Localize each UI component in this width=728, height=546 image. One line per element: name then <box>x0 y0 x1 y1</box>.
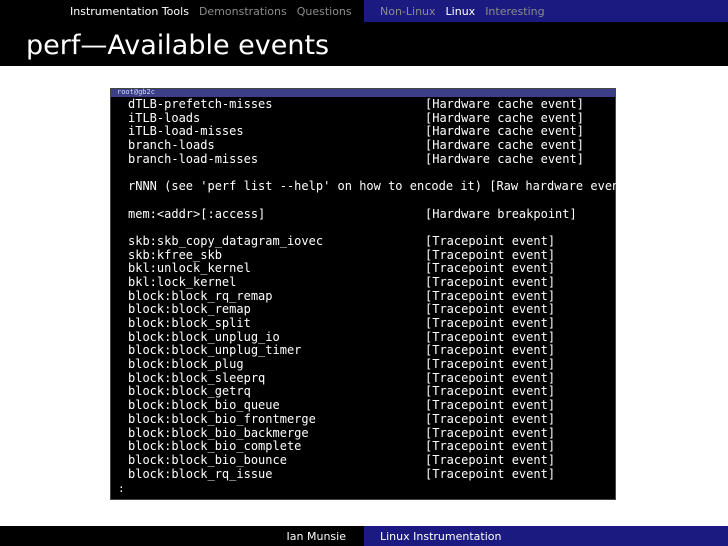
event-name: branch-loads <box>128 138 215 153</box>
event-type: [Tracepoint event] <box>425 343 556 358</box>
event-type: [Tracepoint event] <box>425 398 556 413</box>
terminal-output: dTLB-prefetch-misses [Hardware cache even… <box>128 97 627 482</box>
terminal-line: block:block_unplug_timer [Tracepoint even… <box>128 344 609 358</box>
event-name: block:block_sleeprq <box>128 370 266 385</box>
event-type: [Tracepoint event] <box>425 247 556 262</box>
event-name: block:block_getrq <box>128 384 251 399</box>
nav-subsection-non-linux[interactable]: Non-Linux <box>380 5 436 18</box>
terminal-line: bkl:unlock_kernel [Tracepoint event] <box>128 262 609 276</box>
event-name: block:block_split <box>128 316 251 330</box>
event-name: block:block_bio_queue <box>128 398 280 413</box>
event-type: [Tracepoint event] <box>425 370 556 385</box>
terminal-line: block:block_unplug_io [Tracepoint event] <box>128 329 609 345</box>
event-type: [Tracepoint event] <box>425 288 556 303</box>
event-name: block:block_bio_frontmerge <box>128 411 316 426</box>
terminal-line: block:block_bio_bounce [Tracepoint event] <box>128 452 609 468</box>
terminal-titlebar: root@gb2c <box>111 88 615 97</box>
nav-section-instrumentation-tools[interactable]: Instrumentation Tools <box>70 5 189 18</box>
terminal-line: block:block_bio_frontmerge [Tracepoint ev… <box>128 411 609 427</box>
event-name: branch-load-misses <box>128 151 259 166</box>
footer-title-area: Linux Instrumentation <box>364 526 728 546</box>
event-type: [Hardware cache event] <box>425 110 584 125</box>
event-type: [Tracepoint event] <box>425 466 556 481</box>
terminal-line: dTLB-prefetch-misses [Hardware cache even… <box>128 97 609 112</box>
footer-short-title: Linux Instrumentation <box>380 529 502 543</box>
nav-section-demonstrations[interactable]: Demonstrations <box>199 5 287 18</box>
terminal-line: block:block_remap [Tracepoint event] <box>128 303 609 317</box>
terminal-screenshot: root@gb2c dTLB-prefetch-misses [Hardware … <box>110 88 627 500</box>
terminal-line: rNNN (see 'perf list --help' on how to e… <box>128 179 627 194</box>
event-type: [Tracepoint event] <box>425 384 556 399</box>
event-type: [Tracepoint event] <box>425 452 556 467</box>
event-name: bkl:unlock_kernel <box>128 261 251 276</box>
footer-bar: Ian Munsie Linux Instrumentation <box>0 526 728 546</box>
terminal-line: block:block_rq_remap [Tracepoint event] <box>128 288 609 304</box>
event-name: dTLB-prefetch-misses <box>128 97 273 111</box>
event-type: [Hardware breakpoint] <box>425 206 577 221</box>
event-name: skb:skb_copy_datagram_iovec <box>128 233 324 248</box>
event-name: skb:kfree_skb <box>128 247 222 262</box>
terminal-prompt: : <box>118 482 125 495</box>
terminal-line: block:block_plug [Tracepoint event] <box>128 357 609 372</box>
event-name: block:block_unplug_io <box>128 329 280 344</box>
event-type: [Hardware cache event] <box>425 97 584 111</box>
terminal-line: block:block_rq_issue [Tracepoint event] <box>128 466 609 482</box>
event-name: block:block_rq_remap <box>128 288 273 303</box>
event-name: block:block_bio_backmerge <box>128 425 309 440</box>
terminal-line: block:block_sleeprq [Tracepoint event] <box>128 370 609 386</box>
terminal-line: mem:<addr>[:access] [Hardware breakpoint] <box>128 206 609 222</box>
event-type: [Hardware cache event] <box>425 124 584 139</box>
footer-author: Ian Munsie <box>286 529 346 543</box>
event-name: mem:<addr>[:access] <box>128 206 266 221</box>
terminal-line: iTLB-loads [Hardware cache event] <box>128 110 609 126</box>
frame-title-bar: perf—Available events <box>0 22 728 66</box>
event-name: block:block_bio_complete <box>128 439 302 454</box>
terminal-line: block:block_split [Tracepoint event] <box>128 316 609 331</box>
terminal-window-title: root@gb2c <box>117 88 155 96</box>
section-nav: Instrumentation Tools Demonstrations Que… <box>0 0 364 22</box>
terminal-line: iTLB-load-misses [Hardware cache event] <box>128 125 609 139</box>
nav-subsection-interesting[interactable]: Interesting <box>485 5 544 18</box>
event-type: [Tracepoint event] <box>425 274 556 289</box>
event-type: [Hardware cache event] <box>425 138 584 153</box>
event-name: iTLB-load-misses <box>128 124 244 139</box>
terminal-line: skb:skb_copy_datagram_iovec [Tracepoint e… <box>128 233 609 249</box>
nav-subsection-linux[interactable]: Linux <box>446 5 476 18</box>
footer-author-area: Ian Munsie <box>0 526 364 546</box>
navigation-bar: Instrumentation Tools Demonstrations Que… <box>0 0 728 22</box>
event-type: [Tracepoint event] <box>425 261 556 276</box>
page-title: perf—Available events <box>26 30 330 61</box>
terminal-line: branch-load-misses [Hardware cache event] <box>128 151 609 167</box>
event-type: [Hardware cache event] <box>425 151 584 166</box>
event-name: block:block_remap <box>128 302 251 317</box>
terminal-line: block:block_bio_complete [Tracepoint even… <box>128 439 609 454</box>
event-type: [Tracepoint event] <box>425 425 556 440</box>
event-type: [Tracepoint event] <box>425 302 556 317</box>
event-name: block:block_unplug_timer <box>128 343 302 358</box>
event-name: block:block_rq_issue <box>128 466 273 481</box>
event-type: [Tracepoint event] <box>425 411 556 426</box>
terminal-line: branch-loads [Hardware cache event] <box>128 138 609 153</box>
event-type: [Tracepoint event] <box>425 233 556 248</box>
event-name: bkl:lock_kernel <box>128 274 237 289</box>
event-name: iTLB-loads <box>128 110 201 125</box>
event-name: block:block_bio_bounce <box>128 452 287 467</box>
terminal-line: bkl:lock_kernel [Tracepoint event] <box>128 274 609 290</box>
event-name: block:block_plug <box>128 357 244 372</box>
event-type: [Tracepoint event] <box>425 316 556 330</box>
nav-section-questions[interactable]: Questions <box>297 5 352 18</box>
terminal-line: skb:kfree_skb [Tracepoint event] <box>128 247 609 263</box>
subsection-nav: Non-Linux Linux Interesting <box>364 0 728 22</box>
terminal-line-text: rNNN (see 'perf list --help' on how to e… <box>128 179 627 194</box>
terminal-line: block:block_getrq [Tracepoint event] <box>128 385 609 399</box>
terminal-line: block:block_bio_queue [Tracepoint event] <box>128 398 609 413</box>
event-type: [Tracepoint event] <box>425 357 556 372</box>
event-type: [Tracepoint event] <box>425 439 556 454</box>
event-type: [Tracepoint event] <box>425 329 556 344</box>
terminal-line: block:block_bio_backmerge [Tracepoint eve… <box>128 425 609 441</box>
